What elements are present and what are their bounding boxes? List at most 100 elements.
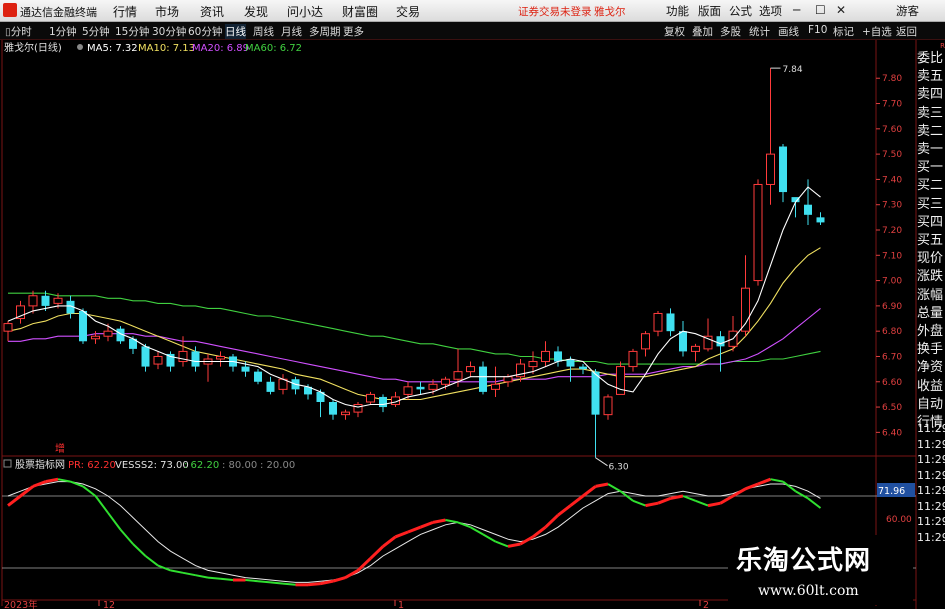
toolbar-f10[interactable]: F10 — [808, 24, 827, 36]
price-axis: 7.80 7.70 7.60 7.50 7.40 7.30 7.20 7.10 7.00 6.90… — [876, 74, 902, 438]
candle-body-down — [716, 336, 725, 347]
toolbar-draw-line[interactable]: 画线 — [778, 24, 799, 39]
pr-segment — [45, 477, 59, 484]
candle-body-down — [579, 366, 587, 370]
candle-body-down — [241, 366, 250, 372]
settings-dot-icon[interactable] — [77, 44, 83, 50]
quote-label-5: 卖一 — [917, 142, 944, 158]
price-tick-label: 6.40 — [882, 428, 902, 438]
pr-segment — [307, 582, 321, 587]
chart-area[interactable]: 7.80 7.70 7.60 7.50 7.40 7.30 7.20 7.10 7.00 6.90… — [0, 40, 945, 609]
candle-body-up — [466, 366, 475, 373]
pr-segment — [757, 477, 772, 486]
tab-1min[interactable]: 1分钟 — [49, 24, 77, 39]
price-tick-label: 7.20 — [882, 226, 902, 236]
panel-scroll-icon[interactable]: R — [917, 42, 945, 50]
price-tick-label: 6.60 — [882, 378, 902, 388]
candle-body-down — [41, 295, 50, 306]
tab-daily[interactable]: 日线 — [225, 24, 246, 39]
close-icon[interactable]: ✕ — [836, 3, 846, 17]
low-pointer — [595, 457, 608, 467]
menu-layout[interactable]: 版面 — [698, 3, 721, 19]
pr-segment — [332, 576, 346, 583]
candle-body-down — [141, 346, 150, 367]
pr-segment — [607, 483, 621, 493]
menu-market-quotes[interactable]: 行情 — [113, 3, 137, 20]
menu-trade[interactable]: 交易 — [396, 3, 420, 20]
app-title: 通达信金融终端 — [20, 6, 97, 19]
pr-segment — [119, 528, 134, 545]
menu-news[interactable]: 资讯 — [200, 3, 224, 20]
indicator-toggle-icon[interactable] — [3, 459, 12, 468]
maximize-icon[interactable]: ☐ — [815, 3, 826, 17]
pr-segment — [356, 557, 372, 572]
candle-body-up — [741, 287, 750, 332]
tab-monthly[interactable]: 月线 — [281, 24, 302, 39]
pr-segment — [482, 533, 496, 543]
tab-intraday-label: 分时 — [10, 26, 32, 38]
date-year: 2023年 — [4, 599, 38, 609]
toolbar-back[interactable]: 返回 — [896, 24, 917, 39]
watermark-title: 乐淘公式网 — [736, 546, 872, 576]
tab-15min[interactable]: 15分钟 — [115, 24, 149, 39]
candle-body-up — [628, 350, 638, 368]
tab-30min[interactable]: 30分钟 — [152, 24, 186, 39]
price-tick-label: 7.40 — [882, 175, 902, 185]
pr-segment — [445, 519, 459, 524]
ma5-line — [7, 186, 821, 408]
tab-multi-period[interactable]: 多周期 — [309, 24, 341, 39]
toolbar-multi-stock[interactable]: 多股 — [720, 24, 741, 39]
pr-segment — [657, 496, 672, 505]
menu-formula[interactable]: 公式 — [729, 3, 752, 19]
quote-label-12: 涨跌 — [917, 269, 944, 285]
guest-label[interactable]: 游客 — [896, 3, 919, 19]
tab-weekly[interactable]: 周线 — [253, 24, 274, 39]
candle-body-down — [79, 310, 87, 342]
ma10-line — [7, 247, 821, 401]
candle-body-down — [254, 371, 262, 382]
toolbar-add-watchlist[interactable]: +自选 — [862, 24, 892, 39]
pr-segment — [807, 497, 822, 509]
pr-segment — [270, 581, 284, 585]
pr-segment — [419, 520, 434, 529]
indicator-axis-hi: 71.96 — [878, 486, 905, 497]
toolbar-statistics[interactable]: 统计 — [749, 24, 770, 39]
quote-label-3: 卖三 — [917, 105, 944, 121]
menu-ask[interactable]: 问小达 — [287, 3, 323, 20]
minimize-icon[interactable]: ─ — [793, 3, 800, 17]
tab-intraday[interactable]: ▯分时 — [5, 24, 32, 39]
indicator-pr: PR: 62.20 — [68, 460, 116, 471]
menu-discover[interactable]: 发现 — [244, 3, 268, 20]
indicator-marker: 增 — [55, 442, 65, 455]
pr-segment — [382, 535, 397, 548]
menu-market[interactable]: 市场 — [155, 3, 179, 20]
toolbar-overlay[interactable]: 叠加 — [692, 24, 713, 39]
price-annotations: 7.84 6.30 — [595, 65, 803, 473]
candle-body-down — [329, 402, 337, 415]
pr-segment — [220, 577, 234, 581]
candle-body-down — [591, 371, 600, 415]
app-logo-icon — [3, 3, 17, 17]
pr-segment — [569, 494, 584, 507]
menu-options[interactable]: 选项 — [759, 3, 782, 19]
candle-body-up — [3, 323, 13, 332]
candle-body-up — [341, 411, 350, 416]
menu-wealth[interactable]: 财富圈 — [342, 3, 378, 20]
toolbar-restore-rights[interactable]: 复权 — [664, 24, 685, 39]
candle-body-up — [691, 345, 700, 352]
tab-more[interactable]: 更多 — [343, 24, 364, 39]
time-label-7: 11:29 — [917, 530, 945, 544]
candle-body-down — [779, 146, 787, 193]
price-tick-label: 6.50 — [882, 403, 902, 413]
tab-60min[interactable]: 60分钟 — [188, 24, 222, 39]
quote-label-14: 总量 — [917, 305, 944, 321]
toolbar-mark[interactable]: 标记 — [833, 24, 854, 39]
pr-segment — [207, 576, 221, 580]
tab-5min[interactable]: 5分钟 — [82, 24, 110, 39]
quote-label-9: 买四 — [917, 214, 944, 230]
ma10-path — [7, 247, 821, 401]
login-notice[interactable]: 证券交易未登录 — [518, 4, 592, 19]
candle-body-up — [403, 386, 413, 395]
candle-body-up — [641, 333, 650, 350]
menu-function[interactable]: 功能 — [666, 3, 689, 19]
